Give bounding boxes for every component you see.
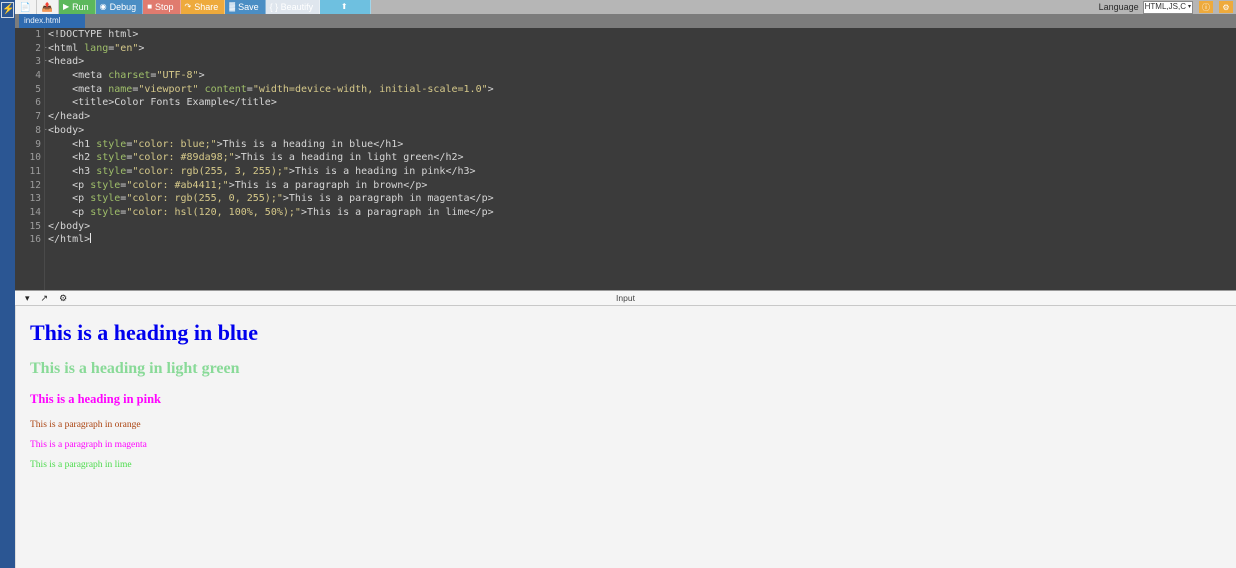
- line-number: 12: [29, 179, 41, 191]
- share-button[interactable]: ↷ Share: [180, 0, 226, 14]
- line-number: 7: [35, 111, 41, 123]
- save-icon: ▓: [229, 2, 236, 11]
- lightning-bolt-icon[interactable]: ⚡: [1, 2, 14, 18]
- stop-icon: ■: [147, 2, 153, 11]
- line-number: 10: [29, 152, 41, 164]
- save-button-label: Save: [238, 2, 259, 12]
- language-label: Language: [1098, 2, 1139, 12]
- rendered-html-output: This is a heading in blue This is a headi…: [16, 320, 1236, 470]
- language-selector-group: Language HTML,JS,C ▾ ⓘ ⚙: [1098, 0, 1236, 14]
- code-line[interactable]: <p style="color: #ab4411;">This is a par…: [48, 179, 1228, 193]
- info-icon[interactable]: ⓘ: [1199, 1, 1213, 13]
- text-caret: [90, 233, 92, 244]
- code-editor[interactable]: 1 2 · 3 · 4 5 6 7 8 · 9 10 11 12 13 14 15 16 <!DOCTYPE htm…: [15, 28, 1236, 290]
- debug-button-label: Debug: [109, 2, 137, 12]
- stop-button-label: Stop: [155, 2, 174, 12]
- code-line[interactable]: <!DOCTYPE html>: [48, 28, 1228, 42]
- editor-gutter: 1 2 · 3 · 4 5 6 7 8 · 9 10 11 12 13 14 15 16: [15, 28, 48, 290]
- line-number: 3 ·: [35, 56, 48, 68]
- file-tab-strip: index.html: [15, 14, 1236, 28]
- code-line[interactable]: <p style="color: hsl(120, 100%, 50%);">T…: [48, 206, 1228, 220]
- line-number: 16: [29, 234, 41, 246]
- code-line[interactable]: <p style="color: rgb(255, 0, 255);">This…: [48, 192, 1228, 206]
- line-number: 14: [29, 206, 41, 218]
- top-toolbar: 📄 📤 ▶ Run ◉ Debug ■ Stop ↷ Share ▓ Save …: [15, 0, 1236, 14]
- gear-icon[interactable]: ⚙: [1219, 1, 1233, 13]
- beautify-button[interactable]: { } Beautify: [265, 0, 321, 14]
- share-icon: ↷: [184, 2, 192, 11]
- preview-h1: This is a heading in blue: [30, 320, 259, 345]
- line-number: 11: [29, 165, 41, 177]
- line-number: 2 ·: [35, 42, 48, 54]
- output-panel-title: Input: [616, 293, 635, 303]
- code-line[interactable]: <meta name="viewport" content="width=dev…: [48, 83, 1228, 97]
- save-button[interactable]: ▓ Save: [225, 0, 266, 14]
- debug-icon: ◉: [99, 2, 107, 11]
- preview-p: This is a paragraph in lime: [30, 460, 132, 470]
- output-preview-pane: This is a heading in blue This is a headi…: [15, 306, 1236, 568]
- tab-label: index.html: [24, 16, 61, 25]
- code-line[interactable]: <meta charset="UTF-8">: [48, 69, 1228, 83]
- beautify-button-label: { } Beautify: [269, 2, 314, 12]
- code-line[interactable]: <h2 style="color: #89da98;">This is a he…: [48, 151, 1228, 165]
- upload-icon: ⬆: [340, 2, 348, 11]
- line-number: 1: [35, 29, 41, 40]
- code-line[interactable]: <title>Color Fonts Example</title>: [48, 96, 1228, 110]
- preview-h3: This is a heading in pink: [30, 392, 161, 406]
- language-select[interactable]: HTML,JS,C ▾: [1142, 0, 1193, 14]
- line-number: 13: [29, 193, 41, 205]
- code-line[interactable]: <h1 style="color: blue;">This is a headi…: [48, 138, 1228, 152]
- line-number: 9: [35, 138, 41, 150]
- language-select-value: HTML,JS,C: [1144, 2, 1186, 11]
- code-line[interactable]: <h3 style="color: rgb(255, 3, 255);">Thi…: [48, 165, 1228, 179]
- upload-button[interactable]: ⬆: [320, 0, 372, 14]
- line-number: 6: [35, 97, 41, 109]
- code-line[interactable]: </html>: [48, 233, 1228, 247]
- output-panel-header: ▾ ↗ ⚙ Input: [15, 290, 1236, 306]
- left-rail: ⚡: [0, 0, 15, 568]
- code-line[interactable]: </head>: [48, 110, 1228, 124]
- run-button[interactable]: ▶ Run: [59, 0, 96, 14]
- chevron-down-icon: ▾: [1187, 4, 1191, 10]
- play-icon: ▶: [63, 2, 70, 11]
- code-line[interactable]: <head>: [48, 55, 1228, 69]
- preview-h2: This is a heading in light green: [30, 360, 240, 377]
- tab-index-html[interactable]: index.html: [19, 14, 85, 28]
- line-number: 15: [29, 220, 41, 232]
- new-file-icon[interactable]: 📄: [15, 0, 37, 14]
- code-line[interactable]: <body>: [48, 124, 1228, 138]
- line-number: 4: [35, 70, 41, 82]
- toolbar-spacer: [371, 0, 1099, 14]
- editor-code-area[interactable]: <!DOCTYPE html> <html lang="en"> <head> <m…: [48, 28, 1228, 290]
- stop-button[interactable]: ■ Stop: [143, 0, 181, 14]
- code-line[interactable]: <html lang="en">: [48, 42, 1228, 56]
- share-button-label: Share: [194, 2, 219, 12]
- open-folder-icon[interactable]: 📤: [37, 0, 59, 14]
- run-button-label: Run: [72, 2, 89, 12]
- debug-button[interactable]: ◉ Debug: [95, 0, 144, 14]
- preview-p: This is a paragraph in orange: [30, 420, 141, 430]
- preview-p: This is a paragraph in magenta: [30, 440, 147, 450]
- line-number: 5: [35, 83, 41, 95]
- line-number: 8 ·: [35, 124, 48, 136]
- code-line[interactable]: </body>: [48, 220, 1228, 234]
